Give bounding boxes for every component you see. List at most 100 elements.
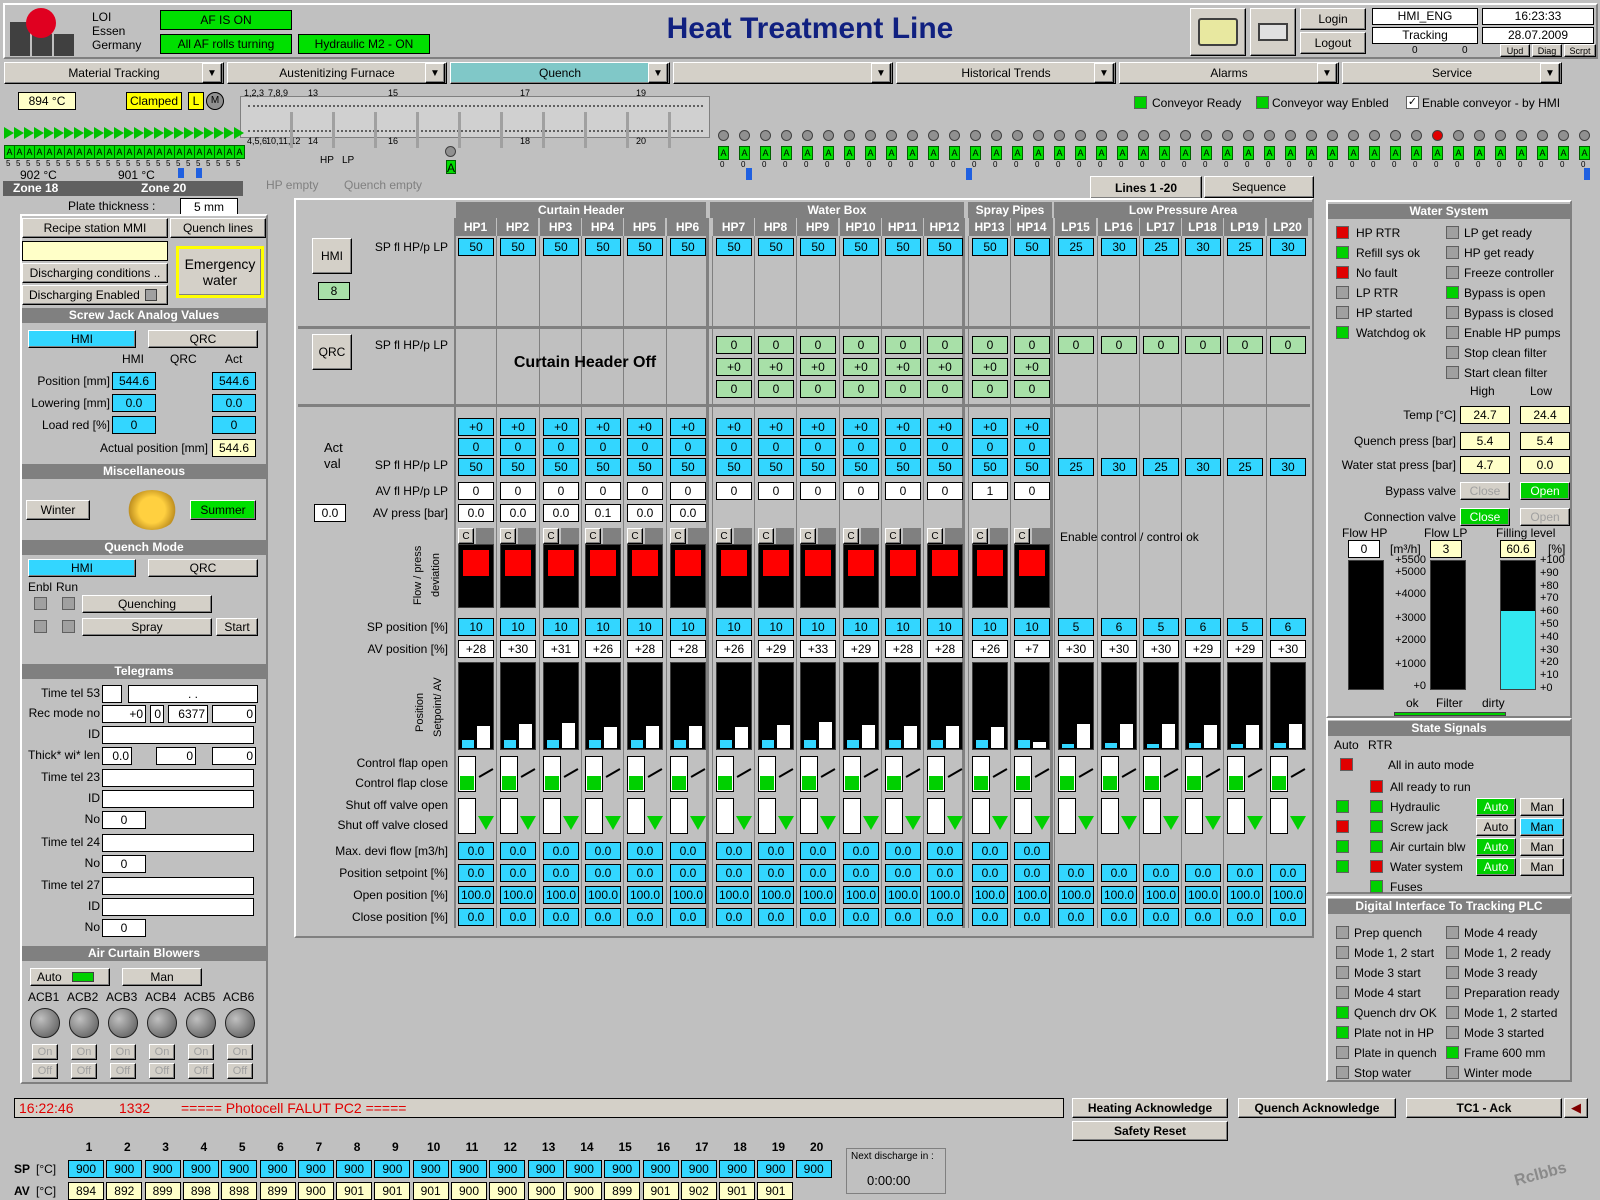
- nav-dropdown-1[interactable]: ▼: [425, 63, 445, 83]
- c-button-hp10[interactable]: C: [843, 528, 859, 544]
- recipe-station-button[interactable]: Recipe station MMI: [22, 218, 168, 238]
- state-man-button-3[interactable]: Man: [1520, 818, 1564, 836]
- roller-a-27: A: [1285, 146, 1296, 160]
- quench-lines-button[interactable]: Quench lines: [170, 218, 266, 238]
- av-label: AV fl HP/p LP: [375, 484, 448, 498]
- nav-tab-6[interactable]: Service: [1342, 62, 1562, 84]
- c-button-hp4[interactable]: C: [585, 528, 601, 544]
- nav-tab-3[interactable]: [673, 62, 893, 84]
- discharging-enabled-label: Discharging Enabled: [29, 288, 140, 302]
- acb-man-button[interactable]: Man: [122, 968, 202, 986]
- acb-auto-button[interactable]: Auto: [30, 968, 110, 986]
- discharging-conditions-button[interactable]: Discharging conditions ..: [22, 263, 168, 283]
- nav-dropdown-4[interactable]: ▼: [1094, 63, 1114, 83]
- bypass-open-button[interactable]: Open: [1520, 482, 1570, 500]
- nav-tab-4[interactable]: Historical Trends: [896, 62, 1116, 84]
- grid-hmi-button[interactable]: HMI: [312, 238, 352, 274]
- acb-on-button-3[interactable]: On: [149, 1044, 175, 1060]
- av-pos-hp11: +28: [885, 640, 921, 658]
- c-button-hp11[interactable]: C: [885, 528, 901, 544]
- tc1-ack-button[interactable]: TC1 - Ack: [1406, 1098, 1562, 1118]
- login-button[interactable]: Login: [1300, 8, 1366, 30]
- keyboard-button[interactable]: [1250, 8, 1296, 56]
- nav-tab-1[interactable]: Austenitizing Furnace: [227, 62, 447, 84]
- sj-hmi-button[interactable]: HMI: [28, 330, 136, 348]
- tab-lines[interactable]: Lines 1 -20: [1090, 176, 1202, 198]
- grid-qrc-button[interactable]: QRC: [312, 334, 352, 370]
- nav-tab-5[interactable]: Alarms: [1119, 62, 1339, 84]
- c-button-hp5[interactable]: C: [627, 528, 643, 544]
- c-button-hp1[interactable]: C: [458, 528, 474, 544]
- nav-tab-2[interactable]: Quench: [450, 62, 670, 84]
- state-auto-button-5[interactable]: Auto: [1476, 858, 1516, 876]
- acb-off-button-0[interactable]: Off: [32, 1063, 58, 1079]
- col-sep-19: [1266, 236, 1267, 928]
- c-button-hp6[interactable]: C: [670, 528, 686, 544]
- speaker-button[interactable]: ◀: [1564, 1098, 1588, 1118]
- acb-on-button-1[interactable]: On: [71, 1044, 97, 1060]
- ws-led-right-7: [1446, 366, 1459, 379]
- printer-button[interactable]: [1190, 8, 1246, 56]
- state-auto-button-3[interactable]: Auto: [1476, 818, 1516, 836]
- c-button-hp13[interactable]: C: [972, 528, 988, 544]
- company-name-3: Germany: [92, 38, 142, 52]
- c-button-hp2[interactable]: C: [500, 528, 516, 544]
- state-man-button-2[interactable]: Man: [1520, 798, 1564, 816]
- summer-button[interactable]: Summer: [190, 500, 256, 520]
- start-button[interactable]: Start: [216, 618, 258, 636]
- connection-close-button[interactable]: Close: [1460, 508, 1510, 526]
- di-led-right-1: [1446, 946, 1459, 959]
- connection-open-button[interactable]: Open: [1520, 508, 1570, 526]
- acb-off-button-5[interactable]: Off: [227, 1063, 253, 1079]
- acb-off-button-3[interactable]: Off: [149, 1063, 175, 1079]
- state-auto-button-2[interactable]: Auto: [1476, 798, 1516, 816]
- enable-conveyor-checkbox[interactable]: ✓: [1406, 96, 1419, 109]
- nav-dropdown-2[interactable]: ▼: [648, 63, 668, 83]
- col-sep-4: [623, 236, 624, 928]
- qm-hmi-button[interactable]: HMI: [28, 559, 136, 577]
- logout-button[interactable]: Logout: [1300, 32, 1366, 54]
- c-button-hp9[interactable]: C: [800, 528, 816, 544]
- c-button-hp12[interactable]: C: [927, 528, 943, 544]
- acb-off-button-1[interactable]: Off: [71, 1063, 97, 1079]
- spray-button[interactable]: Spray: [82, 618, 212, 636]
- ws-label-right-2: Freeze controller: [1464, 266, 1555, 280]
- state-man-button-5[interactable]: Man: [1520, 858, 1564, 876]
- safety-reset-button[interactable]: Safety Reset: [1072, 1121, 1228, 1141]
- emergency-water-button[interactable]: Emergency water: [176, 246, 264, 298]
- c-button-hp8[interactable]: C: [758, 528, 774, 544]
- acb-on-button-4[interactable]: On: [188, 1044, 214, 1060]
- acb-on-button-5[interactable]: On: [227, 1044, 253, 1060]
- acb-on-button-2[interactable]: On: [110, 1044, 136, 1060]
- c-button-hp3[interactable]: C: [543, 528, 559, 544]
- c-button-hp7[interactable]: C: [716, 528, 732, 544]
- nav-dropdown-5[interactable]: ▼: [1317, 63, 1337, 83]
- qrc-sp-lp16: 0: [1101, 336, 1137, 354]
- upd-button[interactable]: Upd: [1500, 44, 1530, 57]
- c-button-hp14[interactable]: C: [1014, 528, 1030, 544]
- winter-button[interactable]: Winter: [26, 500, 90, 520]
- acb-off-button-2[interactable]: Off: [110, 1063, 136, 1079]
- diag-button[interactable]: Diag: [1532, 44, 1562, 57]
- bypass-close-button[interactable]: Close: [1460, 482, 1510, 500]
- scrpt-button[interactable]: Scrpt: [1564, 44, 1596, 57]
- state-man-button-4[interactable]: Man: [1520, 838, 1564, 856]
- sp-hmi-lp16: 30: [1101, 238, 1137, 256]
- nav-dropdown-6[interactable]: ▼: [1540, 63, 1560, 83]
- recipe-field: [22, 241, 168, 261]
- discharging-enabled-button[interactable]: Discharging Enabled: [22, 285, 168, 305]
- state-auto-button-4[interactable]: Auto: [1476, 838, 1516, 856]
- roller-a-26: A: [1264, 146, 1275, 160]
- quench-ack-button[interactable]: Quench Acknowledge: [1238, 1098, 1396, 1118]
- acb-off-button-4[interactable]: Off: [188, 1063, 214, 1079]
- nav-tab-0[interactable]: Material Tracking: [4, 62, 224, 84]
- sj-qrc-button[interactable]: QRC: [148, 330, 258, 348]
- nav-dropdown-0[interactable]: ▼: [202, 63, 222, 83]
- tab-sequence[interactable]: Sequence: [1204, 176, 1314, 198]
- av-pos-lp18: +29: [1185, 640, 1221, 658]
- nav-dropdown-3[interactable]: ▼: [871, 63, 891, 83]
- acb-on-button-0[interactable]: On: [32, 1044, 58, 1060]
- heating-ack-button[interactable]: Heating Acknowledge: [1072, 1098, 1228, 1118]
- qm-qrc-button[interactable]: QRC: [148, 559, 258, 577]
- quenching-button[interactable]: Quenching: [82, 595, 212, 613]
